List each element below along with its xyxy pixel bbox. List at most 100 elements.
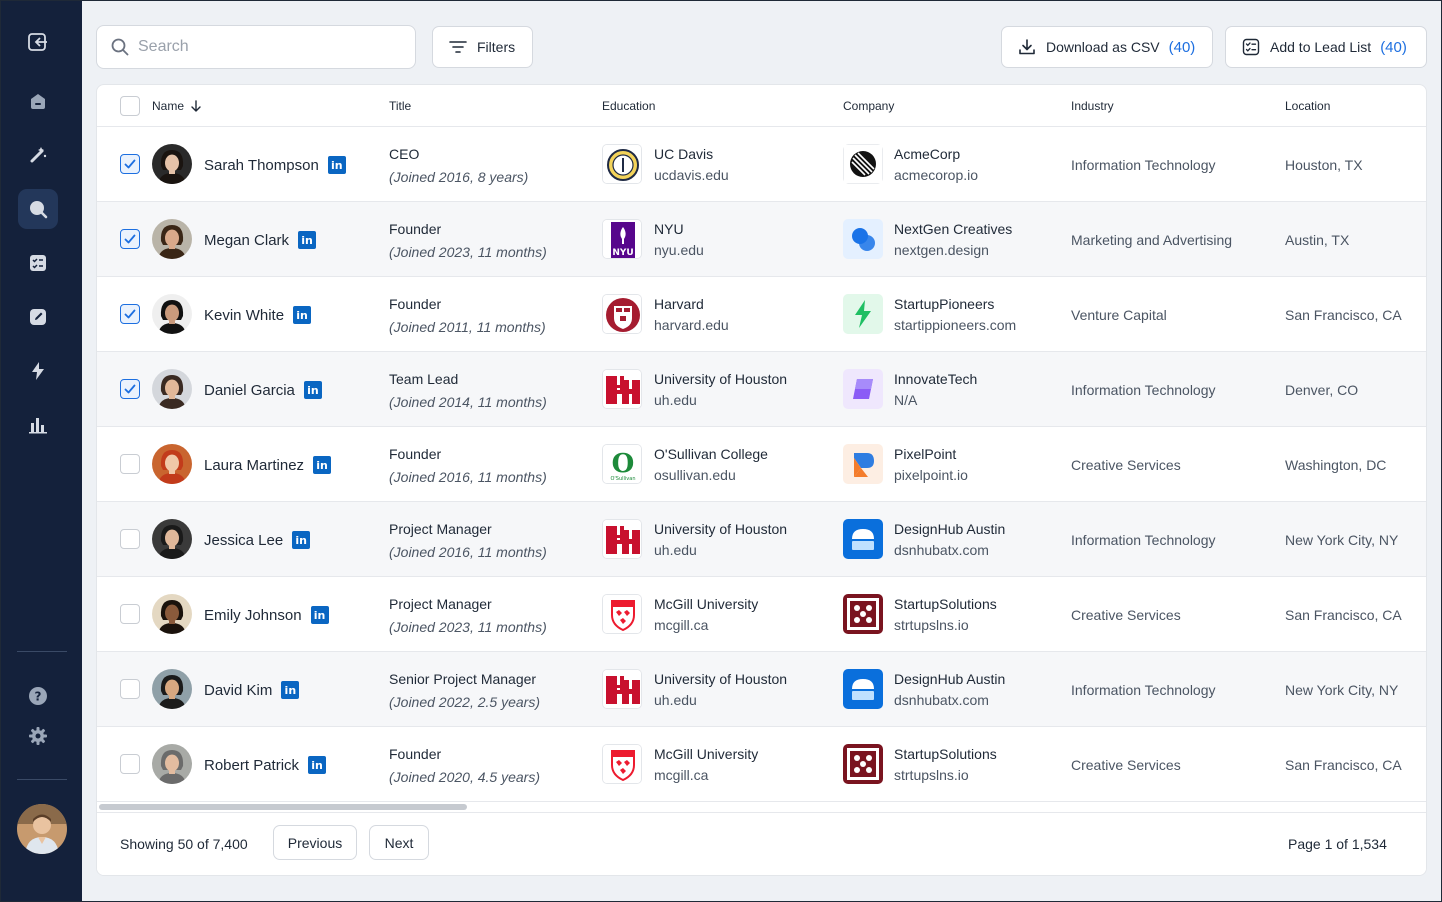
table-row[interactable]: Robert Patrick in Founder (Joined 2020, … <box>97 727 1426 802</box>
download-csv-label: Download as CSV <box>1046 39 1160 55</box>
person-name[interactable]: Megan Clark <box>204 232 289 249</box>
company-logo-icon <box>843 144 883 184</box>
table-row[interactable]: David Kim in Senior Project Manager (Joi… <box>97 652 1426 727</box>
linkedin-icon[interactable]: in <box>313 456 332 474</box>
linkedin-icon[interactable]: in <box>303 381 322 399</box>
linkedin-icon[interactable]: in <box>298 231 317 249</box>
person-name[interactable]: David Kim <box>204 682 272 699</box>
column-header-company[interactable]: Company <box>843 99 894 113</box>
company-domain: strtupslns.io <box>894 617 969 633</box>
company-logo-icon <box>843 744 883 784</box>
school-name: Harvard <box>654 296 704 312</box>
location: Denver, CO <box>1285 382 1359 398</box>
column-header-education[interactable]: Education <box>602 99 655 113</box>
table-row[interactable]: Daniel Garcia in Team Lead (Joined 2014,… <box>97 352 1426 427</box>
person-name[interactable]: Kevin White <box>204 307 284 324</box>
linkedin-icon[interactable]: in <box>281 681 300 699</box>
school-domain: harvard.edu <box>654 317 729 333</box>
sidebar-item-home[interactable] <box>18 81 58 121</box>
company-name: NextGen Creatives <box>894 221 1013 237</box>
column-header-name[interactable]: Name <box>152 99 203 113</box>
linkedin-icon[interactable]: in <box>292 531 311 549</box>
school-name: McGill University <box>654 596 759 612</box>
linkedin-icon[interactable]: in <box>327 156 346 174</box>
row-checkbox[interactable] <box>120 454 140 474</box>
row-checkbox[interactable] <box>120 229 140 249</box>
table-row[interactable]: Jessica Lee in Project Manager (Joined 2… <box>97 502 1426 577</box>
industry: Marketing and Advertising <box>1071 232 1233 248</box>
company-logo-icon <box>843 219 883 259</box>
table-row[interactable]: Sarah Thompson in CEO (Joined 2016, 8 ye… <box>97 127 1426 202</box>
school-domain: uh.edu <box>654 392 697 408</box>
row-checkbox[interactable] <box>120 679 140 699</box>
job-title: Project Manager <box>389 521 492 537</box>
select-all-checkbox[interactable] <box>120 96 140 116</box>
row-checkbox[interactable] <box>120 304 140 324</box>
next-button[interactable]: Next <box>369 825 429 860</box>
school-domain: osullivan.edu <box>654 467 736 483</box>
search-icon <box>30 201 48 219</box>
avatar <box>152 744 192 784</box>
column-header-location[interactable]: Location <box>1285 99 1330 113</box>
school-name: University of Houston <box>654 371 788 387</box>
linkedin-icon[interactable]: in <box>293 306 312 324</box>
school-name: UC Davis <box>654 146 714 162</box>
sidebar-item-automations[interactable] <box>18 351 58 391</box>
row-checkbox[interactable] <box>120 379 140 399</box>
avatar <box>152 144 192 184</box>
avatar <box>152 294 192 334</box>
person-name[interactable]: Jessica Lee <box>204 532 283 549</box>
industry: Venture Capital <box>1071 307 1167 323</box>
linkedin-icon[interactable]: in <box>308 756 327 774</box>
row-checkbox[interactable] <box>120 529 140 549</box>
table-row[interactable]: Kevin White in Founder (Joined 2011, 11 … <box>97 277 1426 352</box>
job-tenure: (Joined 2022, 2.5 years) <box>389 694 540 710</box>
sidebar-item-settings[interactable] <box>18 716 58 756</box>
table-row[interactable]: Emily Johnson in Project Manager (Joined… <box>97 577 1426 652</box>
column-header-industry[interactable]: Industry <box>1071 99 1114 113</box>
company-domain: nextgen.design <box>894 242 989 258</box>
row-checkbox[interactable] <box>120 604 140 624</box>
add-to-lead-list-button[interactable]: Add to Lead List (40) <box>1225 26 1427 68</box>
row-checkbox[interactable] <box>120 154 140 174</box>
filters-button[interactable]: Filters <box>432 26 533 68</box>
sidebar-item-search[interactable] <box>18 189 58 229</box>
location: Houston, TX <box>1285 157 1363 173</box>
sidebar-item-analytics[interactable] <box>18 405 58 445</box>
person-name[interactable]: Emily Johnson <box>204 607 302 624</box>
lead-count: (40) <box>1380 38 1407 56</box>
person-name[interactable]: Robert Patrick <box>204 757 299 774</box>
school-logo-icon <box>602 519 642 559</box>
school-domain: ucdavis.edu <box>654 167 729 183</box>
table-row[interactable]: Megan Clark in Founder (Joined 2023, 11 … <box>97 202 1426 277</box>
person-name[interactable]: Sarah Thompson <box>204 157 319 174</box>
table-row[interactable]: Laura Martinez in Founder (Joined 2016, … <box>97 427 1426 502</box>
sidebar-item-tasks[interactable] <box>18 243 58 283</box>
job-tenure: (Joined 2020, 4.5 years) <box>389 769 540 785</box>
search-input[interactable] <box>138 38 398 56</box>
company-name: StartupPioneers <box>894 296 995 312</box>
svg-text:O: O <box>612 449 635 479</box>
company-logo-icon <box>843 519 883 559</box>
sidebar-toggle-button[interactable] <box>18 22 58 62</box>
company-name: DesignHub Austin <box>894 521 1006 537</box>
linkedin-icon[interactable]: in <box>310 606 329 624</box>
person-name[interactable]: Daniel Garcia <box>204 382 295 399</box>
row-checkbox[interactable] <box>120 754 140 774</box>
company-name: StartupSolutions <box>894 746 997 762</box>
person-name[interactable]: Laura Martinez <box>204 457 304 474</box>
sidebar-item-notes[interactable] <box>18 297 58 337</box>
bar-chart-icon <box>29 418 47 434</box>
industry: Information Technology <box>1071 682 1216 698</box>
industry: Creative Services <box>1071 457 1181 473</box>
svg-text:NYU: NYU <box>612 248 633 258</box>
school-name: NYU <box>654 221 684 237</box>
column-header-title[interactable]: Title <box>389 99 411 113</box>
horizontal-scrollbar[interactable] <box>99 804 467 810</box>
sidebar-item-help[interactable]: ? <box>18 676 58 716</box>
download-csv-button[interactable]: Download as CSV (40) <box>1001 26 1213 68</box>
user-avatar[interactable] <box>17 804 67 854</box>
previous-button[interactable]: Previous <box>273 825 357 860</box>
search-box[interactable] <box>96 25 416 69</box>
sidebar-item-magic[interactable] <box>18 135 58 175</box>
